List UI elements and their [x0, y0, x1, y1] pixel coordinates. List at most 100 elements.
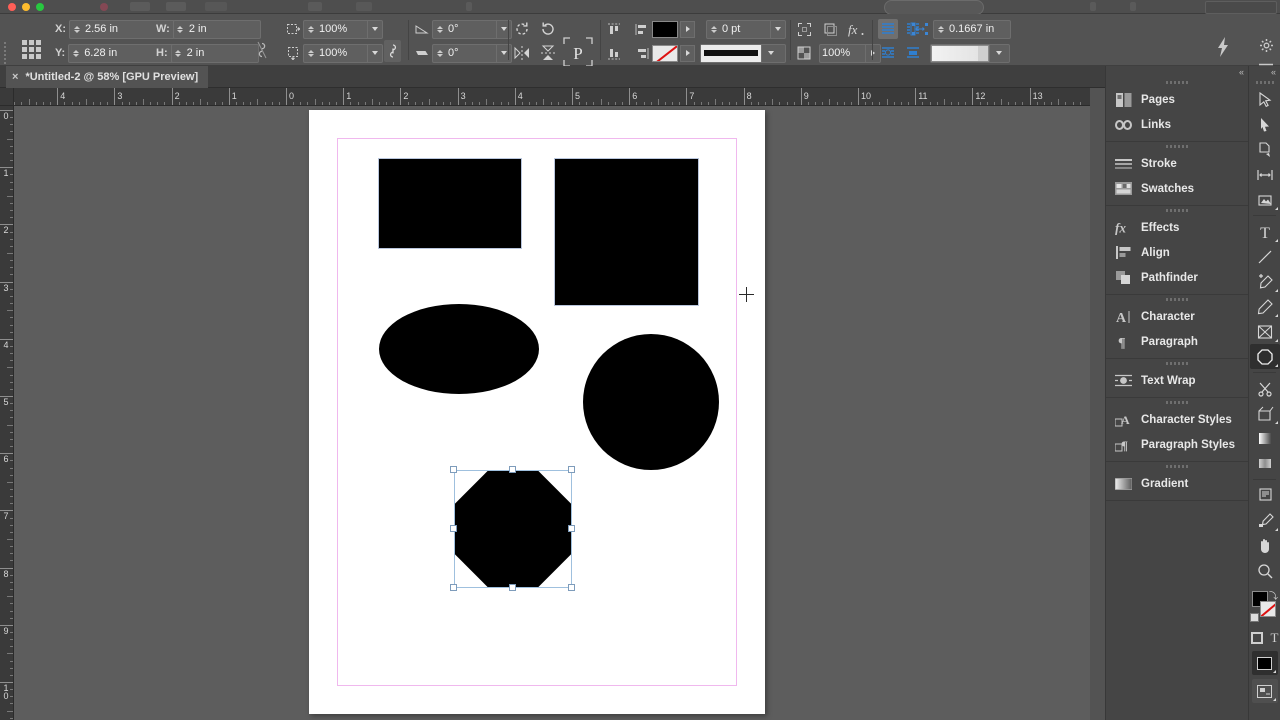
scale-x-input[interactable] [317, 23, 367, 35]
shear-field[interactable] [432, 43, 512, 63]
stroke-weight-stepper[interactable] [707, 25, 720, 33]
rectangle-square[interactable] [554, 158, 699, 306]
stroke-swatch-dropdown[interactable] [680, 44, 695, 62]
selection-tool[interactable] [1250, 87, 1280, 112]
panel-group-grip[interactable] [1106, 359, 1248, 368]
h-stepper[interactable] [172, 49, 185, 57]
scissors-tool[interactable] [1250, 376, 1280, 401]
document-canvas[interactable] [14, 106, 1090, 720]
panel-item-swatches[interactable]: Swatches [1106, 176, 1248, 201]
page[interactable] [309, 110, 765, 714]
stroke-weight-dropdown[interactable] [770, 20, 785, 38]
vertical-ruler[interactable]: 0 1 2 3 4 5 6 7 8 9 10 [0, 106, 14, 720]
h-input[interactable] [184, 47, 258, 59]
reference-point-selector[interactable] [22, 40, 44, 62]
panel-item-paragraph-styles[interactable]: ¶ Paragraph Styles [1106, 432, 1248, 457]
rotation-field[interactable] [432, 19, 512, 39]
os-search-pill[interactable] [884, 0, 984, 15]
minimize-window-button[interactable] [22, 3, 30, 11]
collapse-panels-icon[interactable]: « [1239, 67, 1244, 77]
w-field[interactable] [172, 19, 261, 39]
scale-x-dropdown[interactable] [367, 20, 382, 38]
eyedropper-tool[interactable] [1250, 508, 1280, 533]
rotate-counterclockwise-button[interactable] [538, 19, 558, 39]
quick-apply-bolt-icon[interactable] [1216, 36, 1230, 62]
panel-item-links[interactable]: Links [1106, 112, 1248, 137]
page-tool[interactable] [1250, 137, 1280, 162]
zoom-tool[interactable] [1250, 558, 1280, 583]
gradient-dropdown[interactable] [989, 44, 1007, 62]
gap-input[interactable] [947, 23, 1010, 35]
default-fill-stroke-icon[interactable] [1250, 613, 1259, 622]
tools-grip[interactable] [1249, 78, 1280, 87]
pencil-tool[interactable] [1250, 294, 1280, 319]
panel-group-grip[interactable] [1106, 142, 1248, 151]
tools-stroke-swatch[interactable] [1260, 601, 1276, 617]
rectangle-frame-tool[interactable] [1250, 319, 1280, 344]
align-left-edges-button[interactable] [632, 19, 652, 39]
gap-field[interactable] [933, 19, 1011, 39]
formatting-affects-text-icon[interactable]: T [1271, 630, 1279, 646]
align-bottom-edges-button[interactable] [604, 43, 624, 63]
panel-item-pathfinder[interactable]: Pathfinder [1106, 265, 1248, 290]
gap-stepper[interactable] [934, 25, 947, 33]
scale-constrain-chain-icon[interactable] [384, 40, 401, 62]
corner-options-icon[interactable] [794, 19, 814, 39]
stroke-weight-input[interactable] [720, 23, 770, 35]
constrain-wh-proportions-icon[interactable] [255, 41, 269, 62]
gap-tool[interactable] [1250, 162, 1280, 187]
scale-y-field[interactable] [303, 43, 383, 63]
formatting-affects-container-icon[interactable] [1250, 632, 1263, 644]
shear-stepper[interactable] [433, 49, 446, 57]
selection-handle-bottom-center[interactable] [509, 584, 516, 591]
panel-item-align[interactable]: Align [1106, 240, 1248, 265]
selection-handle-middle-left[interactable] [450, 525, 457, 532]
align-top-edges-button[interactable] [604, 19, 624, 39]
panel-group-grip[interactable] [1106, 295, 1248, 304]
rectangle-wide[interactable] [378, 158, 522, 249]
w-stepper[interactable] [174, 25, 187, 33]
gradient-feather-field[interactable] [930, 43, 1010, 63]
panel-group-grip[interactable] [1106, 206, 1248, 215]
text-wrap-jump-object-icon[interactable] [903, 43, 923, 63]
gradient-swatch-tool[interactable] [1250, 426, 1280, 451]
stroke-style-dropdown[interactable] [761, 44, 779, 62]
scale-x-stepper[interactable] [304, 25, 317, 33]
flip-vertical-button[interactable] [538, 43, 558, 63]
rotation-stepper[interactable] [433, 25, 446, 33]
rotation-input[interactable] [446, 23, 496, 35]
panel-group-grip[interactable] [1106, 78, 1248, 87]
maximize-window-button[interactable] [36, 3, 44, 11]
note-tool[interactable] [1250, 483, 1280, 508]
close-document-icon[interactable]: × [12, 71, 18, 83]
align-right-edges-button[interactable] [632, 43, 652, 63]
direct-selection-tool[interactable] [1250, 112, 1280, 137]
selection-handle-middle-right[interactable] [568, 525, 575, 532]
horizontal-ruler[interactable]: 54321012345678910111213 [14, 88, 1090, 106]
stroke-weight-field[interactable] [706, 19, 786, 39]
scale-y-stepper[interactable] [304, 49, 317, 57]
stroke-swatch[interactable] [652, 44, 678, 62]
panel-item-character[interactable]: A Character [1106, 304, 1248, 329]
y-stepper[interactable] [69, 49, 82, 57]
pen-tool[interactable] [1250, 269, 1280, 294]
hand-tool[interactable] [1250, 533, 1280, 558]
panel-group-grip[interactable] [1106, 462, 1248, 471]
panel-item-gradient[interactable]: Gradient [1106, 471, 1248, 496]
fill-swatch[interactable] [652, 20, 678, 38]
text-wrap-object-shape-icon[interactable] [878, 43, 898, 63]
panel-item-paragraph[interactable]: ¶ Paragraph [1106, 329, 1248, 354]
scale-x-field[interactable] [303, 19, 383, 39]
scale-y-dropdown[interactable] [367, 44, 382, 62]
selection-handle-top-right[interactable] [568, 466, 575, 473]
w-input[interactable] [186, 23, 260, 35]
selection-handle-bottom-right[interactable] [568, 584, 575, 591]
type-tool[interactable]: T [1250, 219, 1280, 244]
content-collector-tool[interactable] [1250, 187, 1280, 212]
gear-icon[interactable] [1259, 39, 1273, 55]
panel-item-character-styles[interactable]: A Character Styles [1106, 407, 1248, 432]
gap-tool-icon[interactable] [910, 19, 930, 39]
ruler-origin-corner[interactable] [0, 88, 14, 106]
selection-handle-bottom-left[interactable] [450, 584, 457, 591]
circle[interactable] [583, 334, 719, 470]
